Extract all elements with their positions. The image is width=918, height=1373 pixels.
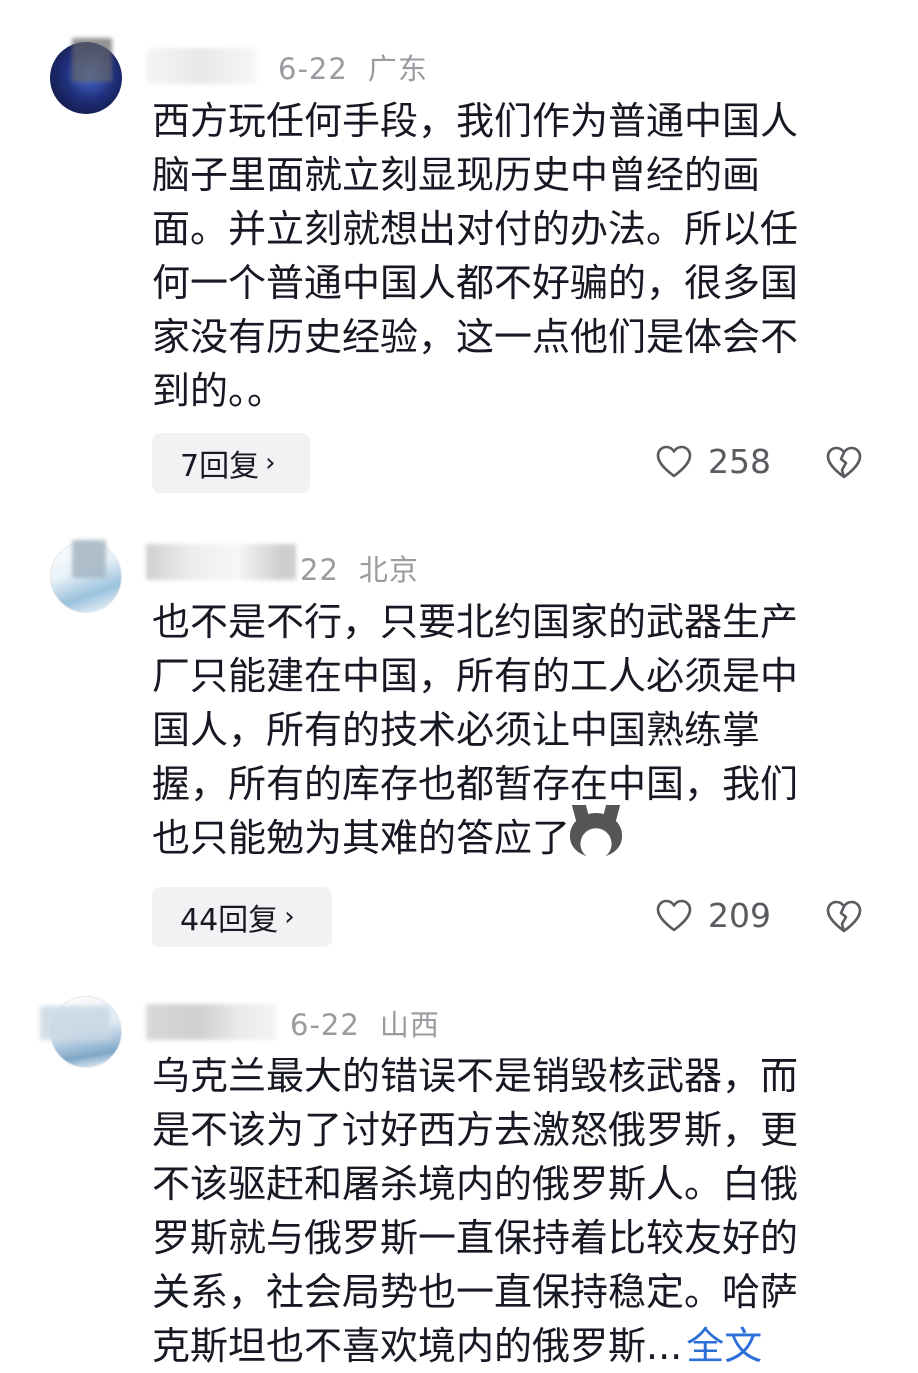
comment-date: 6-22 — [290, 1008, 360, 1042]
comment-meta: 22 北京 — [300, 547, 419, 589]
comment-line: 不该驱赶和屠杀境内的俄罗斯人。白俄 — [152, 1162, 799, 1206]
comment-line-text: 克斯坦也不喜欢境内的俄罗斯... — [152, 1324, 683, 1368]
comment-line: 国人，所有的技术必须让中国熟练掌 — [152, 708, 761, 752]
dislike-button[interactable] — [826, 900, 862, 938]
username-blurred[interactable] — [146, 544, 296, 580]
username-blurred[interactable] — [146, 1004, 276, 1040]
comment-line-text: 也只能勉为其难的答应了 — [152, 816, 571, 860]
comment-location: 北京 — [358, 553, 419, 587]
comment-line: 厂只能建在中国，所有的工人必须是中 — [152, 654, 799, 698]
comment-meta: 6-22 广东 — [278, 46, 428, 88]
reply-button[interactable]: 7回复 › — [152, 433, 310, 493]
heart-icon — [656, 899, 692, 931]
comment-line: 罗斯就与俄罗斯一直保持着比较友好的 — [152, 1216, 799, 1260]
like-button[interactable]: 209 — [656, 896, 771, 935]
comment-date: 22 — [300, 553, 339, 587]
comment-line: 何一个普通中国人都不好骗的，很多国 — [152, 261, 799, 305]
username-blurred[interactable] — [72, 540, 106, 578]
broken-heart-icon — [826, 900, 862, 933]
chevron-right-icon: › — [265, 448, 276, 478]
comment-text: 乌克兰最大的错误不是销毁核武器，而 是不该为了讨好西方去激怒俄罗斯，更 不该驱赶… — [152, 1049, 852, 1373]
comment-line: 克斯坦也不喜欢境内的俄罗斯... 全文 — [152, 1319, 852, 1373]
username-blurred[interactable] — [40, 1006, 110, 1040]
like-count: 209 — [708, 896, 771, 935]
comment-line: 家没有历史经验，这一点他们是体会不 — [152, 315, 799, 359]
reply-count: 7回复 — [180, 449, 260, 484]
doge-emoji-icon — [570, 813, 623, 857]
comment-date: 6-22 — [278, 52, 348, 86]
username-blurred[interactable] — [146, 48, 256, 84]
comment-line: 关系，社会局势也一直保持稳定。哈萨 — [152, 1270, 799, 1314]
comment-line: 是不该为了讨好西方去激怒俄罗斯，更 — [152, 1108, 799, 1152]
comment-line: 到的。。 — [152, 369, 286, 413]
heart-icon — [656, 445, 692, 477]
broken-heart-icon — [826, 446, 862, 479]
username-blurred[interactable] — [72, 38, 112, 82]
dislike-button[interactable] — [826, 446, 862, 484]
comment-location: 广东 — [367, 52, 428, 86]
comment-line: 脑子里面就立刻显现历史中曾经的画 — [152, 153, 761, 197]
comment-location: 山西 — [379, 1008, 440, 1042]
comment-line: 握，所有的库存也都暂存在中国，我们 — [152, 762, 799, 806]
comment-line: 也只能勉为其难的答应了 — [152, 811, 852, 865]
comment-line: 也不是不行，只要北约国家的武器生产 — [152, 600, 799, 644]
comment-text: 西方玩任何手段，我们作为普通中国人 脑子里面就立刻显现历史中曾经的画 面。并立刻… — [152, 94, 852, 418]
like-count: 258 — [708, 442, 771, 481]
comment-line: 乌克兰最大的错误不是销毁核武器，而 — [152, 1054, 799, 1098]
comment-meta: 6-22 山西 — [290, 1002, 440, 1044]
comment-line: 面。并立刻就想出对付的办法。所以任 — [152, 207, 799, 251]
chevron-right-icon: › — [284, 902, 295, 932]
like-button[interactable]: 258 — [656, 442, 771, 481]
comment-line: 西方玩任何手段，我们作为普通中国人 — [152, 99, 799, 143]
comment-text: 也不是不行，只要北约国家的武器生产 厂只能建在中国，所有的工人必须是中 国人，所… — [152, 595, 852, 865]
reply-button[interactable]: 44回复 › — [152, 887, 332, 947]
expand-full-text-link[interactable]: 全文 — [686, 1324, 762, 1368]
reply-count: 44回复 — [180, 903, 279, 938]
